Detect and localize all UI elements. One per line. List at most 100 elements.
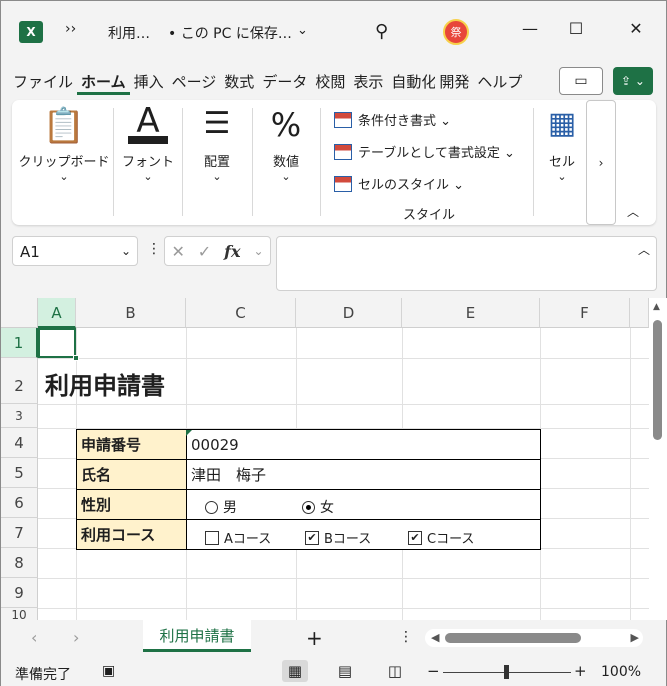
checkbox-course-b[interactable]: ✔ Bコース <box>305 528 371 547</box>
form-label[interactable]: 利用コース <box>76 519 187 550</box>
tab-help[interactable]: ヘルプ <box>473 67 526 95</box>
row-header-6[interactable]: 6 <box>1 488 38 518</box>
tab-view[interactable]: 表示 <box>349 67 387 95</box>
row-header-7[interactable]: 7 <box>1 518 38 548</box>
add-sheet-button[interactable]: + <box>306 626 323 650</box>
sheet-tab-active[interactable]: 利用申請書 <box>143 620 251 652</box>
maximize-button[interactable]: ☐ <box>561 19 591 38</box>
number-group[interactable]: % 数値 ⌄ <box>255 100 317 218</box>
fill-handle[interactable] <box>73 355 79 361</box>
tab-file[interactable]: ファイル <box>9 67 77 95</box>
next-sheet-icon[interactable]: › <box>73 628 79 647</box>
font-group[interactable]: A フォント ⌄ <box>116 100 180 218</box>
form-value[interactable] <box>186 489 541 520</box>
comment-button[interactable]: ▭ <box>559 67 603 95</box>
horizontal-scrollbar[interactable]: ◀ ▶ <box>425 629 643 647</box>
column-header-e[interactable]: E <box>402 298 540 328</box>
accessibility-icon[interactable]: ▣ <box>102 663 115 679</box>
ribbon-more-button[interactable]: › <box>586 100 616 225</box>
cell-styles-button[interactable]: セルのスタイル ⌄ <box>334 174 464 193</box>
number-label: 数値 <box>272 155 299 170</box>
sheet-title[interactable]: 利用申請書 <box>45 366 165 401</box>
gridline <box>38 404 649 405</box>
column-header-a[interactable]: A <box>38 298 76 328</box>
format-as-table-label: テーブルとして書式設定 ⌄ <box>358 146 515 161</box>
formula-input[interactable]: ︿ <box>276 236 657 291</box>
enter-icon[interactable]: ✓ <box>198 242 211 261</box>
column-header-c[interactable]: C <box>186 298 296 328</box>
chevron-down-icon[interactable]: ⌄ <box>297 23 308 38</box>
chevron-down-icon[interactable]: ⌄ <box>253 244 263 258</box>
tab-review[interactable]: 校閲 <box>311 67 349 95</box>
zoom-level[interactable]: 100% <box>601 664 641 680</box>
minimize-button[interactable]: — <box>515 19 545 38</box>
tab-developer[interactable]: 開発 <box>435 67 473 95</box>
row-header-8[interactable]: 8 <box>1 548 38 578</box>
name-box[interactable]: A1 ⌄ <box>12 236 138 266</box>
select-all-corner[interactable] <box>1 298 38 328</box>
scrollbar-thumb[interactable] <box>445 633 581 643</box>
form-value[interactable]: 津田 梅子 <box>186 459 541 490</box>
row-header-9[interactable]: 9 <box>1 578 38 608</box>
cell-styles-icon <box>334 175 352 192</box>
tab-formulas[interactable]: 数式 <box>220 67 258 95</box>
row-header-10[interactable]: 10 <box>1 608 38 620</box>
zoom-slider-thumb[interactable] <box>504 665 509 679</box>
scrollbar-thumb[interactable] <box>653 320 662 440</box>
form-value[interactable]: 00029 <box>186 429 541 460</box>
column-header-b[interactable]: B <box>76 298 186 328</box>
prev-sheet-icon[interactable]: ‹ <box>31 628 37 647</box>
row-header-2[interactable]: 2 <box>1 358 38 404</box>
document-title[interactable]: 利用… <box>108 23 150 43</box>
zoom-in-button[interactable]: + <box>574 662 587 680</box>
zoom-out-button[interactable]: − <box>427 662 440 680</box>
more-sheets-icon[interactable]: ⋮ <box>399 629 413 645</box>
scroll-up-icon[interactable]: ▲ <box>653 302 660 312</box>
page-break-view-button[interactable]: ◫ <box>382 660 408 682</box>
close-button[interactable]: ✕ <box>621 19 651 38</box>
tab-page-layout[interactable]: ページ <box>168 67 221 95</box>
tab-home[interactable]: ホーム <box>77 67 130 95</box>
column-header-g[interactable] <box>630 298 649 328</box>
alignment-group[interactable]: ☰ 配置 ⌄ <box>185 100 249 218</box>
scroll-right-icon[interactable]: ▶ <box>631 631 639 644</box>
row-header-1[interactable]: 1 <box>1 328 38 358</box>
conditional-format-button[interactable]: 条件付き書式 ⌄ <box>334 110 451 129</box>
page-layout-view-button[interactable]: ▤ <box>332 660 358 682</box>
expand-formula-icon[interactable]: ︿ <box>638 241 650 258</box>
worksheet-grid[interactable]: A B C D E F 1 2 3 4 5 6 7 8 9 10 利用申請書 申… <box>1 298 649 620</box>
column-header-f[interactable]: F <box>540 298 630 328</box>
radio-male[interactable]: 男 <box>205 497 237 517</box>
more-options-icon[interactable]: ⋮ <box>147 241 161 257</box>
share-button[interactable]: ⇪ ⌄ <box>613 67 653 95</box>
row-header-5[interactable]: 5 <box>1 458 38 488</box>
tab-automate[interactable]: 自動化 <box>387 67 435 95</box>
form-label[interactable]: 性別 <box>76 489 187 520</box>
form-label[interactable]: 氏名 <box>76 459 187 490</box>
insert-function-icon[interactable]: fx <box>224 242 240 261</box>
form-label[interactable]: 申請番号 <box>76 429 187 460</box>
chevron-down-icon[interactable]: ⌄ <box>121 244 131 258</box>
radio-female[interactable]: 女 <box>302 497 334 517</box>
normal-view-button[interactable]: ▦ <box>282 660 308 682</box>
cells-group[interactable]: ▦ セル ⌄ <box>540 100 584 218</box>
column-header-d[interactable]: D <box>296 298 402 328</box>
save-location[interactable]: • この PC に保存… <box>168 23 292 43</box>
tab-insert[interactable]: 挿入 <box>130 67 168 95</box>
chevron-down-icon: ⌄ <box>59 170 69 183</box>
format-as-table-button[interactable]: テーブルとして書式設定 ⌄ <box>334 142 515 161</box>
overflow-icon[interactable]: ›› <box>65 21 76 37</box>
scroll-left-icon[interactable]: ◀ <box>431 631 439 644</box>
avatar[interactable]: 祭 <box>443 19 469 45</box>
vertical-scrollbar[interactable]: ▲ <box>649 298 667 620</box>
clipboard-group[interactable]: 📋 クリップボード ⌄ <box>18 100 110 218</box>
checkbox-course-a[interactable]: Aコース <box>205 528 271 547</box>
checkbox-course-c[interactable]: ✔ Cコース <box>408 528 474 547</box>
cancel-icon[interactable]: ✕ <box>171 242 184 261</box>
search-icon[interactable]: ⚲ <box>375 21 388 42</box>
tab-data[interactable]: データ <box>258 67 311 95</box>
collapse-ribbon-icon[interactable]: ︿ <box>627 203 639 220</box>
row-header-3[interactable]: 3 <box>1 404 38 428</box>
row-header-4[interactable]: 4 <box>1 428 38 458</box>
active-cell[interactable] <box>38 328 76 358</box>
